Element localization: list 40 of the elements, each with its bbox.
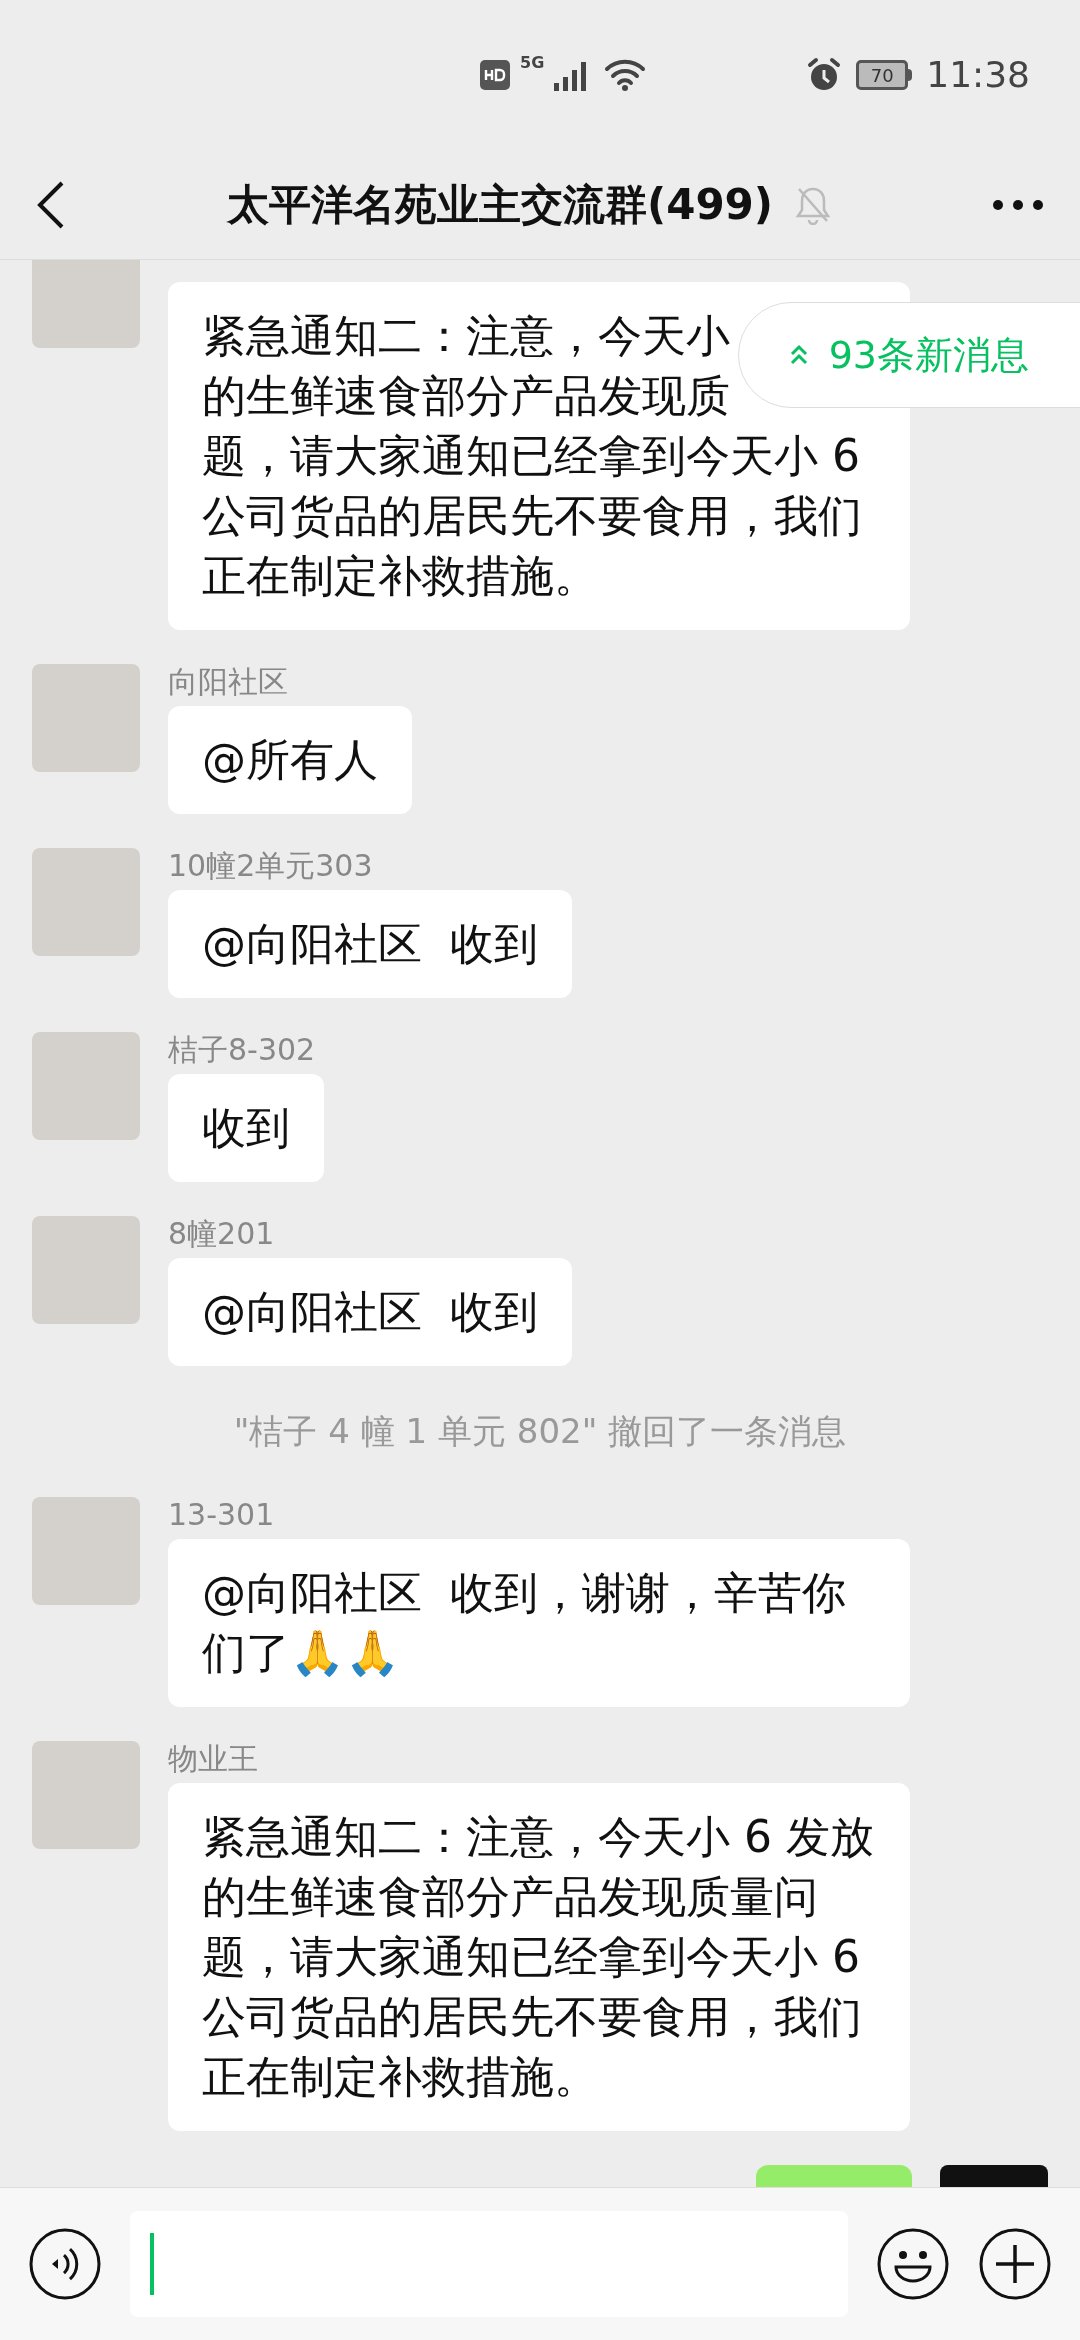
hd-icon: [480, 60, 510, 90]
message-bubble: @所有人: [168, 706, 412, 814]
avatar-image[interactable]: [32, 664, 140, 772]
more-icon[interactable]: [992, 198, 1044, 211]
network-label: 5G: [520, 52, 545, 74]
wifi-icon: [604, 59, 647, 91]
alarm-icon: [806, 57, 843, 93]
text-cursor: [150, 2233, 154, 2295]
plus-icon[interactable]: [978, 2227, 1052, 2301]
message-input-field[interactable]: [130, 2211, 848, 2317]
new-messages-pill[interactable]: 93条新消息: [737, 302, 1080, 408]
sender-name: 8幢201: [168, 1216, 275, 1252]
message-text-line: 公司货品的居民先不要食用，我们: [202, 489, 862, 543]
message-bubble: @向阳社区 收到: [168, 890, 572, 998]
avatar-image[interactable]: [32, 1741, 140, 1849]
message-text-line: 紧急通知二：注意，今天小: [202, 309, 730, 363]
recall-notice: "桔子 4 幢 1 单元 802" 撤回了一条消息: [233, 1410, 847, 1453]
message-text-line: 的生鲜速食部分产品发现质: [202, 369, 730, 423]
message-text-line: 正在制定补救措施。: [202, 549, 598, 603]
chat-title: 太平洋名苑业主交流群(499): [226, 179, 774, 231]
avatar-image[interactable]: [32, 1497, 140, 1605]
avatar-image[interactable]: [32, 848, 140, 956]
sender-name: 桔子8-302: [168, 1032, 316, 1068]
message-bubble: @向阳社区 收到，谢谢，辛苦你们了🙏🙏: [168, 1539, 910, 1707]
sender-name: 向阳社区: [168, 664, 288, 700]
message-bubble: 收到: [168, 1074, 324, 1182]
back-icon[interactable]: [36, 179, 66, 230]
avatar-image[interactable]: [32, 1032, 140, 1140]
clock-time: 11:38: [926, 53, 1030, 97]
sender-name: 物业王: [168, 1741, 258, 1777]
sender-name: 10幢2单元303: [168, 848, 373, 884]
double-up-icon: [788, 344, 809, 366]
message-text-line: 题，请大家通知已经拿到今天小 6: [202, 429, 860, 483]
sender-name: 13-301: [168, 1497, 275, 1533]
emoji-icon[interactable]: [876, 2227, 950, 2301]
avatar-image[interactable]: [32, 1216, 140, 1324]
avatar-image[interactable]: [32, 260, 140, 348]
message-bubble: @向阳社区 收到: [168, 1258, 572, 1366]
message-bubble: 紧急通知二：注意，今天小 6 发放的生鲜速食部分产品发现质量问题，请大家通知已经拿到今天小 6 公司货品的居民先不要食用，我们正在制定补救措施。: [168, 1783, 910, 2131]
voice-icon[interactable]: [28, 2227, 102, 2301]
